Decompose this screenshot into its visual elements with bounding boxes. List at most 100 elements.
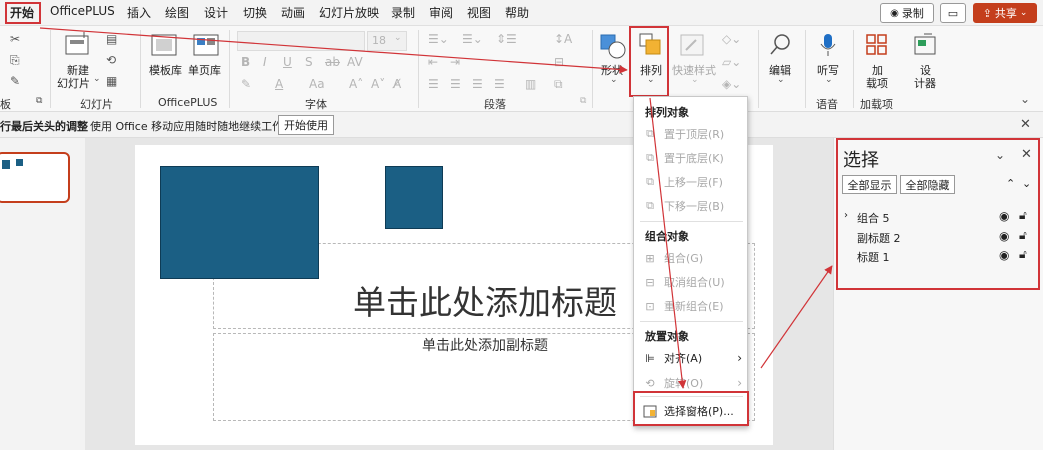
tab-design[interactable]: 设计 bbox=[204, 4, 228, 21]
tab-help[interactable]: 帮助 bbox=[505, 4, 529, 21]
quick-styles-icon[interactable] bbox=[678, 32, 708, 58]
tab-slideshow[interactable]: 幻灯片放映 bbox=[319, 4, 379, 21]
tab-animations[interactable]: 动画 bbox=[281, 4, 305, 21]
rotate-icon: ⟲ bbox=[645, 376, 655, 390]
line-spacing-icon[interactable]: ⇕☰ bbox=[496, 32, 517, 46]
chevron-down-icon[interactable]: ⌄ bbox=[691, 75, 699, 85]
share-icon: ⇪ bbox=[982, 6, 992, 20]
columns-icon[interactable]: ▥ bbox=[525, 77, 536, 91]
template-library-icon[interactable] bbox=[150, 32, 178, 58]
shrink-font-icon[interactable]: A˅ bbox=[371, 77, 385, 91]
shape-fill-icon[interactable]: ◇⌄ bbox=[722, 32, 741, 46]
regroup-icon: ⊡ bbox=[645, 299, 655, 313]
clear-format-icon[interactable]: A̸ bbox=[393, 77, 401, 91]
group-separator bbox=[805, 30, 806, 108]
group-separator bbox=[758, 30, 759, 108]
chevron-right-icon: › bbox=[737, 376, 742, 390]
close-icon[interactable]: ✕ bbox=[1020, 117, 1031, 132]
section-icon[interactable]: ▦ bbox=[106, 74, 117, 88]
search-icon[interactable] bbox=[768, 32, 794, 58]
send-backward-item[interactable]: ⧉ 下移一层(B) bbox=[642, 196, 742, 216]
tab-officeplus[interactable]: OfficePLUS bbox=[50, 4, 115, 18]
bullets-icon[interactable]: ☰⌄ bbox=[428, 32, 449, 46]
dialog-launcher-icon[interactable]: ⧉ bbox=[36, 96, 42, 106]
bring-forward-item[interactable]: ⧉ 上移一层(F) bbox=[642, 172, 742, 192]
font-color-icon[interactable]: A bbox=[275, 77, 283, 91]
regroup-item[interactable]: ⊡ 重新组合(E) bbox=[642, 296, 742, 316]
info-bar-message: 使用 Office 移动应用随时随地继续工作 bbox=[90, 120, 284, 133]
comments-button[interactable]: ▭ bbox=[940, 3, 966, 23]
rectangle-shape-large[interactable] bbox=[160, 166, 319, 279]
increase-indent-icon[interactable]: ⇥ bbox=[450, 55, 460, 69]
designer-label2[interactable]: 计器 bbox=[914, 75, 936, 91]
annotation-box-arrange bbox=[629, 26, 669, 97]
text-direction-icon[interactable]: ↕A bbox=[554, 32, 572, 46]
group-label-paragraph: 段落 bbox=[484, 98, 506, 111]
align-text-icon[interactable]: ⊟ bbox=[554, 55, 564, 69]
bring-forward-icon: ⧉ bbox=[646, 175, 654, 188]
rotate-item[interactable]: ⟲ 旋转(O) › bbox=[642, 373, 742, 393]
designer-icon[interactable] bbox=[912, 32, 938, 58]
align-icon: ⊫ bbox=[645, 351, 655, 365]
bring-to-front-item[interactable]: ⧉ 置于顶层(R) bbox=[642, 124, 742, 144]
chevron-down-icon[interactable]: ⌄ bbox=[777, 75, 785, 85]
send-to-back-item[interactable]: ⧉ 置于底层(K) bbox=[642, 148, 742, 168]
copy-icon[interactable]: ⎘ bbox=[10, 53, 20, 68]
smartart-icon[interactable]: ⧉ bbox=[554, 77, 563, 92]
add-ins-label2[interactable]: 载项 bbox=[866, 75, 888, 91]
bold-icon[interactable]: B bbox=[241, 55, 250, 69]
tab-draw[interactable]: 绘图 bbox=[165, 4, 189, 21]
shadow-icon[interactable]: S bbox=[305, 55, 313, 69]
single-page-library-label[interactable]: 单页库 bbox=[188, 62, 221, 78]
rectangle-shape-small[interactable] bbox=[385, 166, 443, 229]
justify-icon[interactable]: ☰ bbox=[494, 77, 505, 91]
record-button[interactable]: ◉ 录制 bbox=[880, 3, 934, 23]
chevron-down-icon[interactable]: ⌄ bbox=[93, 74, 101, 84]
char-spacing-icon[interactable]: AV bbox=[347, 55, 363, 69]
tab-review[interactable]: 审阅 bbox=[429, 4, 453, 21]
change-case-icon[interactable]: Aa bbox=[309, 77, 325, 91]
tab-insert[interactable]: 插入 bbox=[127, 4, 151, 21]
font-name-select[interactable] bbox=[237, 31, 365, 51]
shape-outline-icon[interactable]: ▱⌄ bbox=[722, 55, 741, 69]
dialog-launcher-icon[interactable]: ⧉ bbox=[580, 96, 586, 106]
numbering-icon[interactable]: ☰⌄ bbox=[462, 32, 483, 46]
group-item[interactable]: ⊞ 组合(G) bbox=[642, 248, 742, 268]
font-size-select[interactable]: 18 ⌄ bbox=[367, 31, 407, 51]
template-library-label[interactable]: 模板库 bbox=[149, 62, 182, 78]
reset-icon[interactable]: ⟲ bbox=[106, 53, 116, 67]
new-slide-icon[interactable] bbox=[64, 32, 92, 58]
align-center-icon[interactable]: ☰ bbox=[450, 77, 461, 91]
tab-view[interactable]: 视图 bbox=[467, 4, 491, 21]
start-using-button[interactable]: 开始使用 bbox=[278, 115, 334, 135]
tab-record[interactable]: 录制 bbox=[391, 4, 415, 21]
add-ins-icon[interactable] bbox=[864, 32, 890, 58]
italic-icon[interactable]: I bbox=[263, 55, 267, 69]
format-painter-icon[interactable]: ✎ bbox=[10, 74, 20, 88]
tab-transitions[interactable]: 切换 bbox=[243, 4, 267, 21]
align-left-icon[interactable]: ☰ bbox=[428, 77, 439, 91]
annotation-box-selection-pane-item bbox=[633, 391, 749, 426]
ungroup-item[interactable]: ⊟ 取消组合(U) bbox=[642, 272, 742, 292]
decrease-indent-icon[interactable]: ⇤ bbox=[428, 55, 438, 69]
layout-icon[interactable]: ▤ bbox=[106, 32, 117, 46]
share-button[interactable]: ⇪ 共享 ⌄ bbox=[973, 3, 1037, 23]
shape-effects-icon[interactable]: ◈⌄ bbox=[722, 77, 741, 91]
cut-icon[interactable]: ✂ bbox=[10, 32, 20, 46]
collapse-ribbon-icon[interactable]: ⌄ bbox=[1020, 92, 1030, 106]
align-item[interactable]: ⊫ 对齐(A) › bbox=[642, 348, 742, 368]
microphone-icon[interactable] bbox=[816, 32, 840, 58]
group-icon: ⊞ bbox=[645, 251, 655, 265]
menu-section-group-objects: 组合对象 bbox=[645, 230, 689, 243]
chevron-down-icon[interactable]: ⌄ bbox=[610, 75, 618, 85]
shapes-icon[interactable] bbox=[599, 32, 627, 62]
single-page-library-icon[interactable] bbox=[192, 32, 220, 58]
grow-font-icon[interactable]: A˄ bbox=[349, 77, 363, 91]
align-right-icon[interactable]: ☰ bbox=[472, 77, 483, 91]
underline-icon[interactable]: U bbox=[283, 55, 292, 69]
chevron-down-icon[interactable]: ⌄ bbox=[825, 75, 833, 85]
slide-thumbnail[interactable] bbox=[0, 152, 70, 203]
highlight-icon[interactable]: ✎ bbox=[241, 77, 251, 91]
new-slide-label2[interactable]: 幻灯片 bbox=[57, 75, 90, 91]
strikethrough-icon[interactable]: ab bbox=[325, 55, 340, 69]
